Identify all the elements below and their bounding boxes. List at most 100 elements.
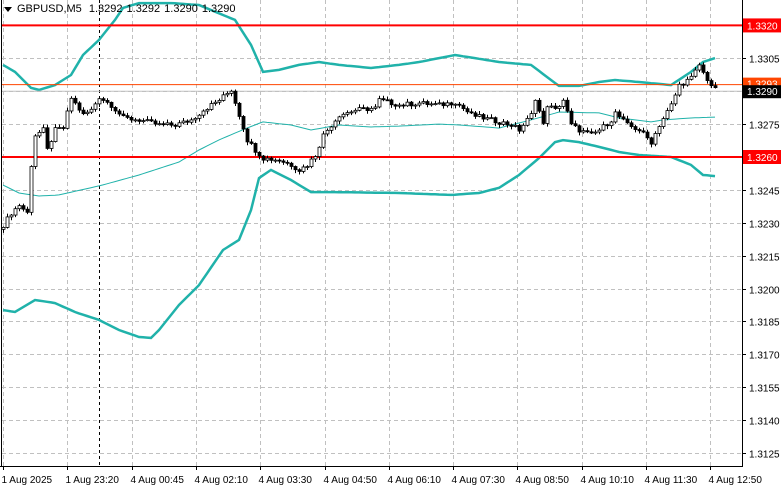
candle-bearish <box>425 101 430 105</box>
ohlc-open: 1.3292 <box>88 3 123 15</box>
candle-bullish <box>133 119 138 122</box>
candle-bearish <box>261 155 266 161</box>
candle-bearish <box>617 111 622 118</box>
candle-bullish <box>201 110 206 116</box>
candle-bullish <box>273 159 278 162</box>
candle-bearish <box>637 129 642 132</box>
y-tick-label: 1.3125 <box>749 450 780 461</box>
candle-bearish <box>473 112 478 117</box>
x-tick-label: 4 Aug 02:10 <box>195 475 249 486</box>
candle-bearish <box>281 160 286 163</box>
candle-bearish <box>577 125 582 133</box>
candle-bearish <box>553 105 558 109</box>
candle-bearish <box>541 110 546 124</box>
candle-bullish <box>189 119 194 123</box>
candle-bearish <box>565 99 570 112</box>
candle-bullish <box>613 111 618 123</box>
candle-bearish <box>161 123 166 126</box>
ohlc-low: 1.3290 <box>164 3 198 15</box>
y-tick-label: 1.3245 <box>749 187 780 198</box>
candle-bearish <box>645 131 650 139</box>
x-tick-label: 1 Aug 23:20 <box>66 475 120 486</box>
candle-bearish <box>585 130 590 133</box>
candle-bearish <box>361 107 366 110</box>
y-tick-label: 1.3140 <box>749 417 780 428</box>
candle-bullish <box>141 120 146 122</box>
candle-bearish <box>681 83 686 86</box>
candle-bullish <box>13 208 18 216</box>
candle-bearish <box>77 102 82 111</box>
x-tick-label: 4 Aug 04:50 <box>324 475 378 486</box>
candle-bearish <box>285 161 290 164</box>
candle-bullish <box>413 104 418 107</box>
candle-bearish <box>253 143 258 153</box>
candle-bullish <box>349 111 354 114</box>
candle-bullish <box>97 98 102 105</box>
candle-bullish <box>357 107 362 111</box>
candle-bearish <box>465 108 470 113</box>
price-chart[interactable]: 1.3305 1.3290 1.3275 1.3260 1.3245 1.3230 1.32… <box>0 0 781 489</box>
candle-bearish <box>497 122 502 125</box>
x-tick-label: 4 Aug 08:50 <box>516 475 570 486</box>
level-price-label: 1.3320 <box>747 21 778 32</box>
candle-bullish <box>205 109 210 112</box>
candle-bullish <box>677 83 682 96</box>
candle-bullish <box>157 123 162 126</box>
candle-bullish <box>305 166 310 168</box>
candle-bearish <box>169 122 174 126</box>
candle-bearish <box>241 116 246 130</box>
candle-bearish <box>621 116 626 120</box>
candle-bullish <box>609 121 614 127</box>
candle-bearish <box>457 103 462 106</box>
candle-bearish <box>277 159 282 162</box>
candle-bearish <box>101 98 106 101</box>
ohlc-high: 1.3292 <box>126 3 161 15</box>
candle-bearish <box>117 110 122 115</box>
level-price-label: 1.3260 <box>747 153 778 164</box>
candle-bullish <box>437 102 442 105</box>
candle-bullish <box>329 126 334 131</box>
candle-bearish <box>73 97 78 104</box>
candle-bullish <box>337 116 342 122</box>
y-tick-label: 1.3185 <box>749 318 780 329</box>
candle-bullish <box>313 156 318 160</box>
candle-bearish <box>297 169 302 172</box>
candle-bullish <box>453 103 458 106</box>
candle-bullish <box>301 166 306 172</box>
candle-bullish <box>221 94 226 101</box>
candle-bullish <box>489 117 494 120</box>
candle-bearish <box>649 137 654 145</box>
candle-bearish <box>109 101 114 108</box>
y-tick-label: 1.3230 <box>749 220 780 231</box>
candle-bullish <box>657 126 662 134</box>
candle-bearish <box>381 98 386 101</box>
candle-bullish <box>57 127 62 129</box>
candle-bearish <box>701 64 706 73</box>
x-tick-label: 4 Aug 11:30 <box>645 475 698 486</box>
x-tick-label: 1 Aug 2025 <box>2 475 53 486</box>
candle-bullish <box>369 107 374 112</box>
candle-bullish <box>525 118 530 126</box>
candle-bearish <box>269 157 274 161</box>
candle-bearish <box>21 205 26 210</box>
candle-bullish <box>93 103 98 110</box>
candle-bullish <box>601 124 606 131</box>
chart-header: GBPUSD,M5 1.3292 1.3292 1.3290 1.3290 <box>4 3 239 15</box>
candle-bullish <box>177 122 182 127</box>
candle-bullish <box>89 108 94 113</box>
candle-bearish <box>105 100 110 103</box>
candle-bullish <box>405 101 410 107</box>
candle-bullish <box>513 125 518 127</box>
candle-bearish <box>441 102 446 107</box>
candle-bullish <box>433 103 438 105</box>
candle-bearish <box>569 110 574 125</box>
candle-bearish <box>589 131 594 134</box>
candle-bearish <box>153 120 158 125</box>
candle-bearish <box>461 104 466 110</box>
candle-bullish <box>581 130 586 133</box>
candle-bearish <box>61 127 66 129</box>
y-tick-label: 1.3155 <box>749 384 780 395</box>
candle-bearish <box>129 116 134 121</box>
dropdown-triangle-icon[interactable] <box>4 6 12 12</box>
candle-bearish <box>517 125 522 132</box>
